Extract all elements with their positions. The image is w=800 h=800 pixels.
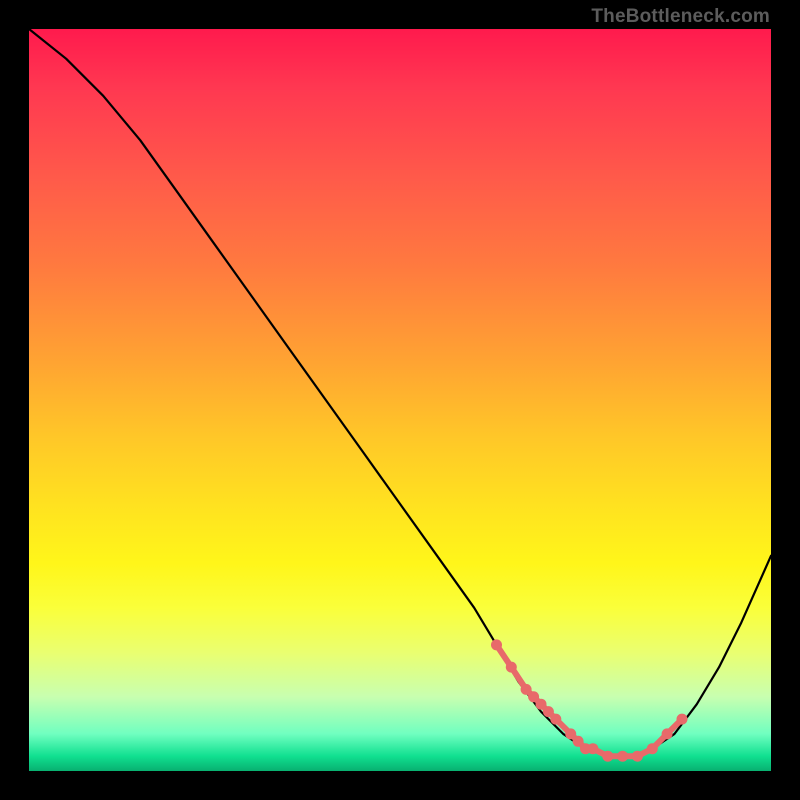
- marker-dot: [662, 728, 673, 739]
- marker-dot: [617, 751, 628, 762]
- chart-svg: [29, 29, 771, 771]
- marker-dot: [677, 714, 688, 725]
- bottleneck-curve: [29, 29, 771, 756]
- marker-dot: [632, 751, 643, 762]
- watermark-text: TheBottleneck.com: [591, 6, 770, 28]
- marker-dot: [602, 751, 613, 762]
- curve-layer: [29, 29, 771, 756]
- marker-dot: [491, 639, 502, 650]
- marker-dot: [550, 714, 561, 725]
- marker-connector: [497, 645, 683, 756]
- marker-dot: [647, 743, 658, 754]
- marker-dot: [587, 743, 598, 754]
- marker-layer: [491, 639, 688, 761]
- marker-dot: [506, 662, 517, 673]
- chart-frame: TheBottleneck.com: [0, 0, 800, 800]
